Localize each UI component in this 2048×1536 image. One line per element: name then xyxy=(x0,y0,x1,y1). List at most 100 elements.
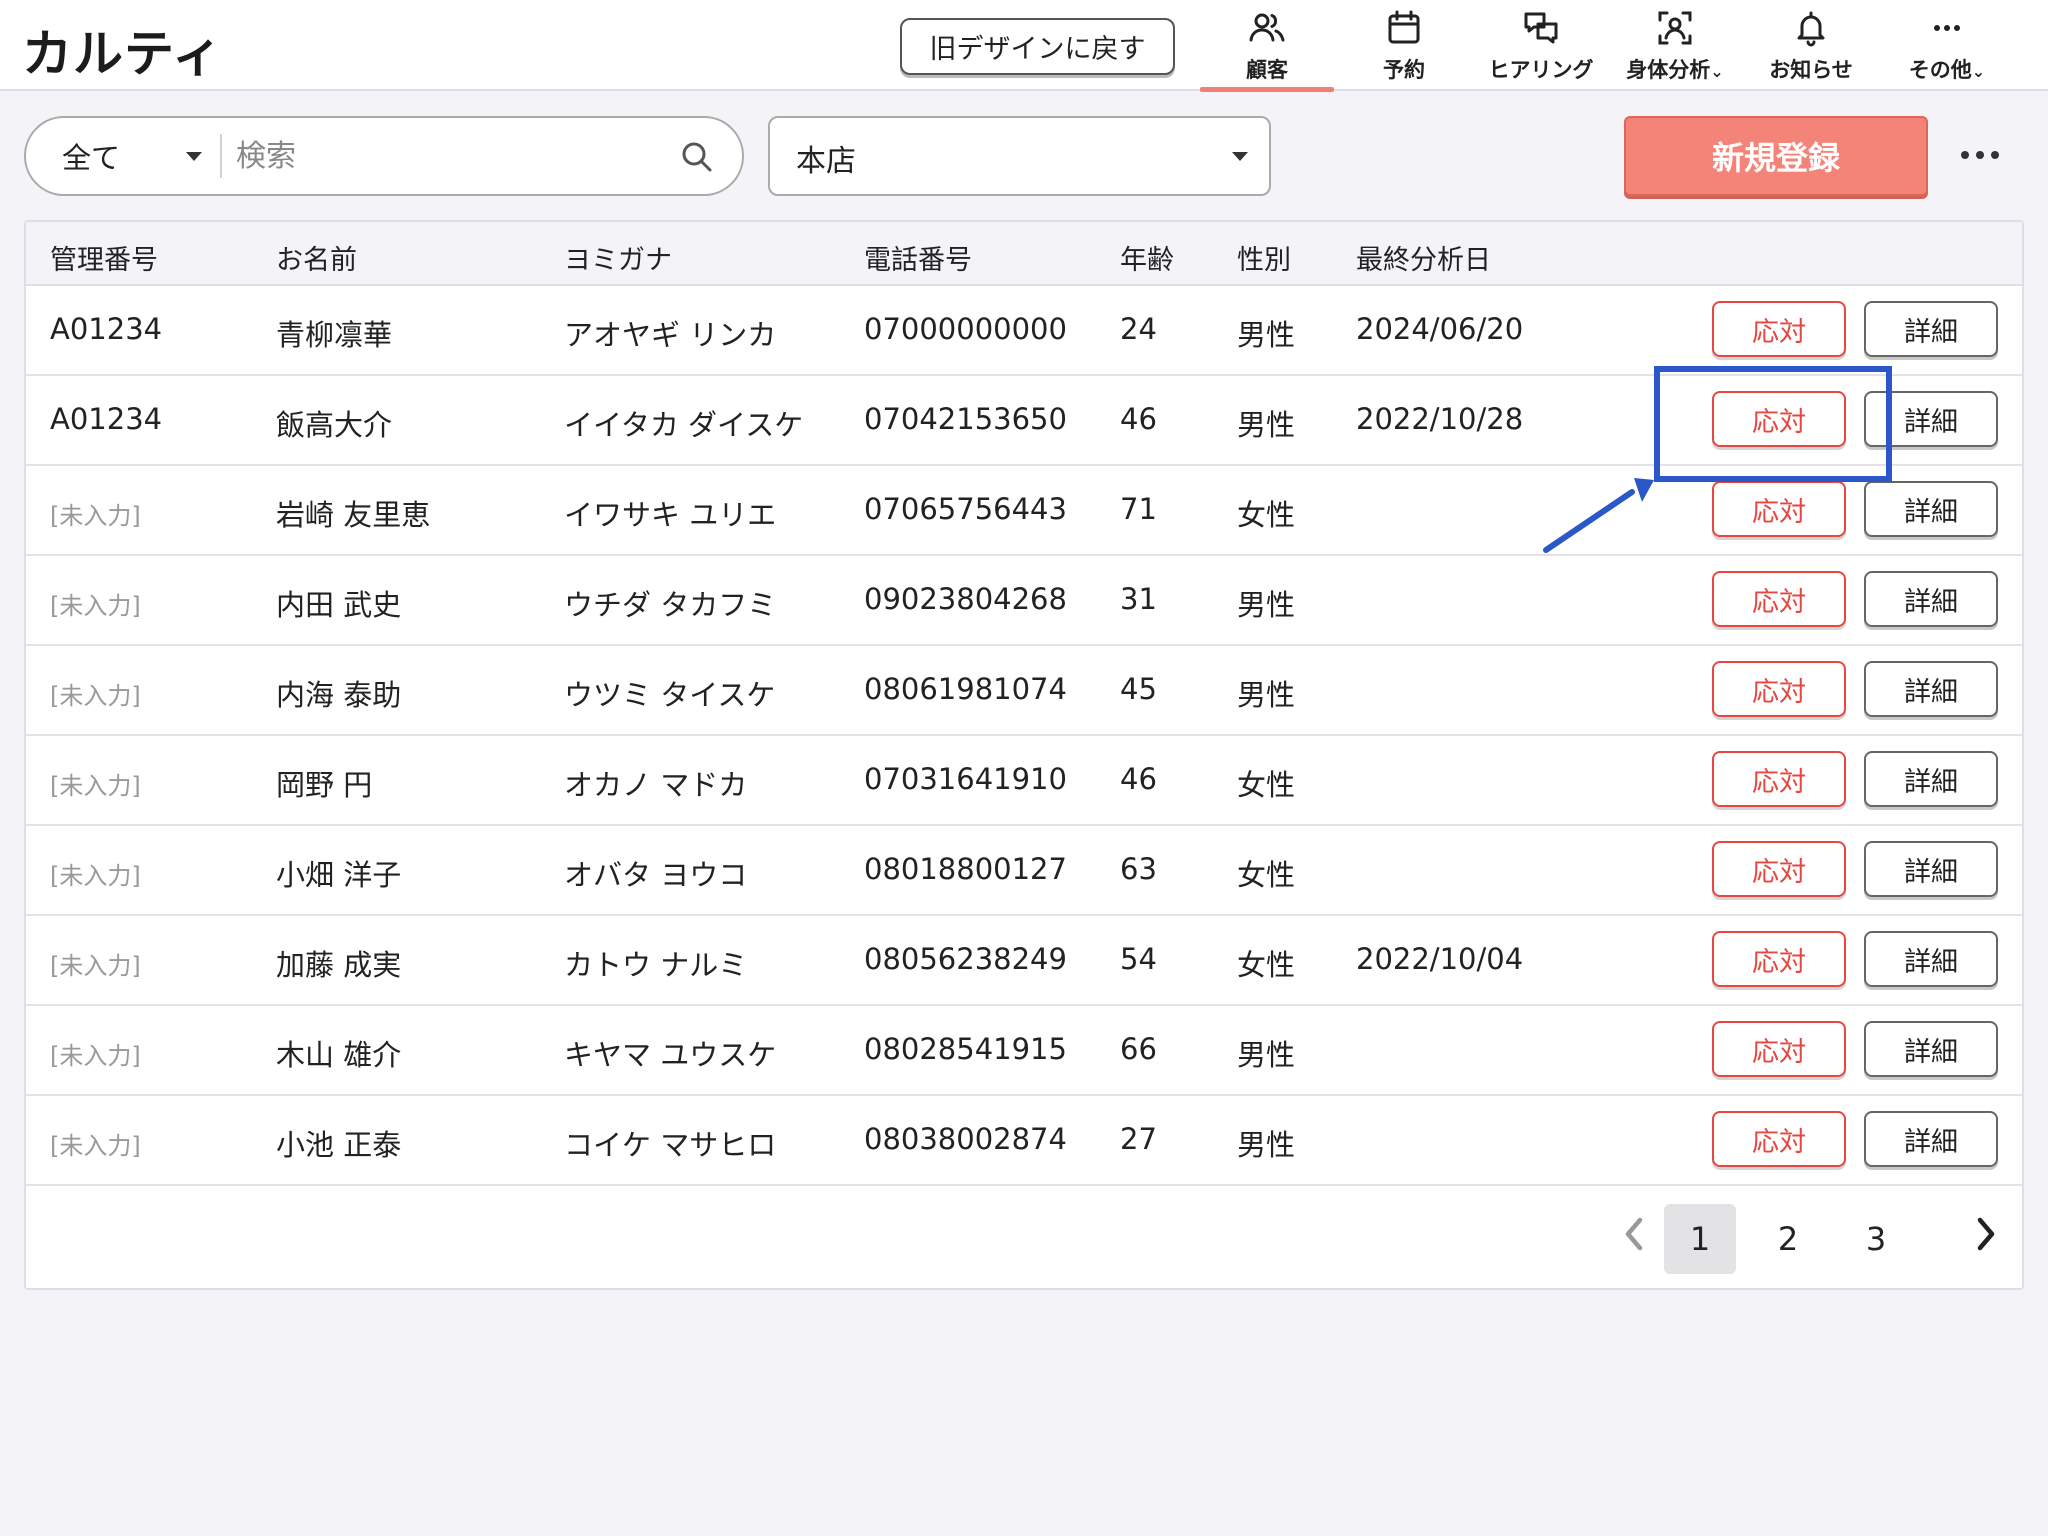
respond-button[interactable]: 応対 xyxy=(1712,841,1846,897)
cell-name: 岡野 円 xyxy=(276,768,373,802)
nav-label-body-analysis: 身体分析⌄ xyxy=(1626,58,1724,82)
cell-name: 小池 正泰 xyxy=(276,1128,402,1162)
cell-kana: ウツミ タイスケ xyxy=(564,678,776,712)
cell-gender: 女性 xyxy=(1237,858,1296,892)
table-row: [未入力] 木山 雄介 キヤマ ユウスケ 08028541915 66 男性 応対 詳細 xyxy=(26,1006,2022,1096)
new-registration-button[interactable]: 新規登録 xyxy=(1624,116,1928,196)
respond-button[interactable]: 応対 xyxy=(1712,751,1846,807)
cell-age: 46 xyxy=(1120,402,1157,436)
column-header-phone: 電話番号 xyxy=(864,245,972,276)
cell-name: 飯高大介 xyxy=(276,408,393,442)
detail-button[interactable]: 詳細 xyxy=(1864,301,1998,357)
store-select[interactable]: 本店 xyxy=(768,116,1271,196)
page-3-button[interactable]: 3 xyxy=(1840,1204,1912,1274)
cell-name: 木山 雄介 xyxy=(276,1038,402,1072)
cell-phone: 08028541915 xyxy=(864,1032,1067,1066)
detail-button[interactable]: 詳細 xyxy=(1864,841,1998,897)
respond-button[interactable]: 応対 xyxy=(1712,931,1846,987)
cell-gender: 男性 xyxy=(1237,1128,1296,1162)
cell-phone: 08018800127 xyxy=(864,852,1067,886)
cell-phone: 08038002874 xyxy=(864,1122,1067,1156)
cell-gender: 男性 xyxy=(1237,588,1296,622)
nav-label-others: その他⌄ xyxy=(1908,58,1986,82)
dot xyxy=(1991,151,1999,159)
table-row: A01234 青柳凛華 アオヤギ リンカ 07000000000 24 男性 2024/06… xyxy=(26,286,2022,376)
respond-button[interactable]: 応対 xyxy=(1712,571,1846,627)
table-row: [未入力] 小畑 洋子 オバタ ヨウコ 08018800127 63 女性 応対 詳細 xyxy=(26,826,2022,916)
detail-button[interactable]: 詳細 xyxy=(1864,481,1998,537)
cell-name: 岩崎 友里恵 xyxy=(276,498,431,532)
cell-kana: イイタカ ダイスケ xyxy=(564,408,804,442)
cell-name: 内田 武史 xyxy=(276,588,402,622)
cell-phone: 08056238249 xyxy=(864,942,1067,976)
cell-id: A01234 xyxy=(50,402,163,436)
cell-name: 青柳凛華 xyxy=(276,318,393,352)
column-header-gender: 性別 xyxy=(1237,245,1291,276)
table-row: [未入力] 内海 泰助 ウツミ タイスケ 08061981074 45 男性 応対 詳細 xyxy=(26,646,2022,736)
cell-age: 46 xyxy=(1120,762,1157,796)
body-scan-icon xyxy=(1658,11,1692,45)
page-2-button[interactable]: 2 xyxy=(1752,1204,1824,1274)
nav-label-notifications: お知らせ xyxy=(1769,58,1853,82)
cell-gender: 女性 xyxy=(1237,498,1296,532)
detail-button[interactable]: 詳細 xyxy=(1864,1111,1998,1167)
cell-id: [未入力] xyxy=(50,862,141,890)
cell-id: [未入力] xyxy=(50,502,141,530)
cell-phone: 09023804268 xyxy=(864,582,1067,616)
nav-body-analysis[interactable]: 身体分析⌄ xyxy=(1608,6,1742,88)
nav-notifications[interactable]: お知らせ xyxy=(1744,6,1878,88)
bell-icon xyxy=(1797,11,1825,47)
cell-last-analysis: 2024/06/20 xyxy=(1356,312,1524,346)
cell-kana: コイケ マサヒロ xyxy=(564,1128,777,1162)
more-options-button[interactable] xyxy=(1955,140,2005,170)
detail-button[interactable]: 詳細 xyxy=(1864,751,1998,807)
detail-button[interactable]: 詳細 xyxy=(1864,931,1998,987)
search-bar: 全て xyxy=(24,116,744,196)
table-header: 管理番号 お名前 ヨミガナ 電話番号 年齢 性別 最終分析日 xyxy=(26,222,2022,286)
cell-id: [未入力] xyxy=(50,952,141,980)
cell-id: [未入力] xyxy=(50,592,141,620)
caret-down-icon xyxy=(1232,152,1248,161)
cell-gender: 男性 xyxy=(1237,408,1296,442)
cell-phone: 07042153650 xyxy=(864,402,1067,436)
nav-reservations[interactable]: 予約 xyxy=(1337,6,1471,88)
chevron-right-icon[interactable] xyxy=(1968,1210,2004,1258)
cell-name: 小畑 洋子 xyxy=(276,858,402,892)
old-design-button[interactable]: 旧デザインに戻す xyxy=(900,18,1175,75)
detail-button[interactable]: 詳細 xyxy=(1864,661,1998,717)
cell-kana: カトウ ナルミ xyxy=(564,948,748,982)
more-dots-icon xyxy=(1934,25,1960,31)
cell-age: 31 xyxy=(1120,582,1157,616)
nav-hearing[interactable]: ヒアリング xyxy=(1474,6,1608,88)
detail-button[interactable]: 詳細 xyxy=(1864,571,1998,627)
cell-id: [未入力] xyxy=(50,772,141,800)
caret-down-icon xyxy=(186,152,202,161)
nav-others[interactable]: その他⌄ xyxy=(1880,6,2014,88)
filter-select-value: 全て xyxy=(62,141,121,175)
cell-age: 27 xyxy=(1120,1122,1157,1156)
respond-button[interactable]: 応対 xyxy=(1712,481,1846,537)
cell-gender: 男性 xyxy=(1237,678,1296,712)
search-icon[interactable] xyxy=(680,140,714,174)
chat-bubbles-icon xyxy=(1524,12,1558,44)
detail-button[interactable]: 詳細 xyxy=(1864,1021,1998,1077)
users-icon xyxy=(1249,13,1285,42)
filter-select[interactable]: 全て xyxy=(62,118,242,194)
respond-button[interactable]: 応対 xyxy=(1712,301,1846,357)
dot xyxy=(1961,151,1969,159)
cell-phone: 07031641910 xyxy=(864,762,1067,796)
respond-button[interactable]: 応対 xyxy=(1712,1111,1846,1167)
chevron-left-icon[interactable] xyxy=(1616,1210,1652,1258)
cell-phone: 07065756443 xyxy=(864,492,1067,526)
cell-phone: 08061981074 xyxy=(864,672,1067,706)
page-1-button[interactable]: 1 xyxy=(1664,1204,1736,1274)
cell-kana: ウチダ タカフミ xyxy=(564,588,777,622)
app-logo: カルティ xyxy=(22,25,223,83)
annotation-arrow-icon xyxy=(1543,478,1654,553)
cell-id: A01234 xyxy=(50,312,163,346)
respond-button[interactable]: 応対 xyxy=(1712,661,1846,717)
search-input[interactable] xyxy=(236,128,676,184)
nav-customers[interactable]: 顧客 xyxy=(1200,6,1334,92)
respond-button[interactable]: 応対 xyxy=(1712,1021,1846,1077)
cell-id: [未入力] xyxy=(50,682,141,710)
